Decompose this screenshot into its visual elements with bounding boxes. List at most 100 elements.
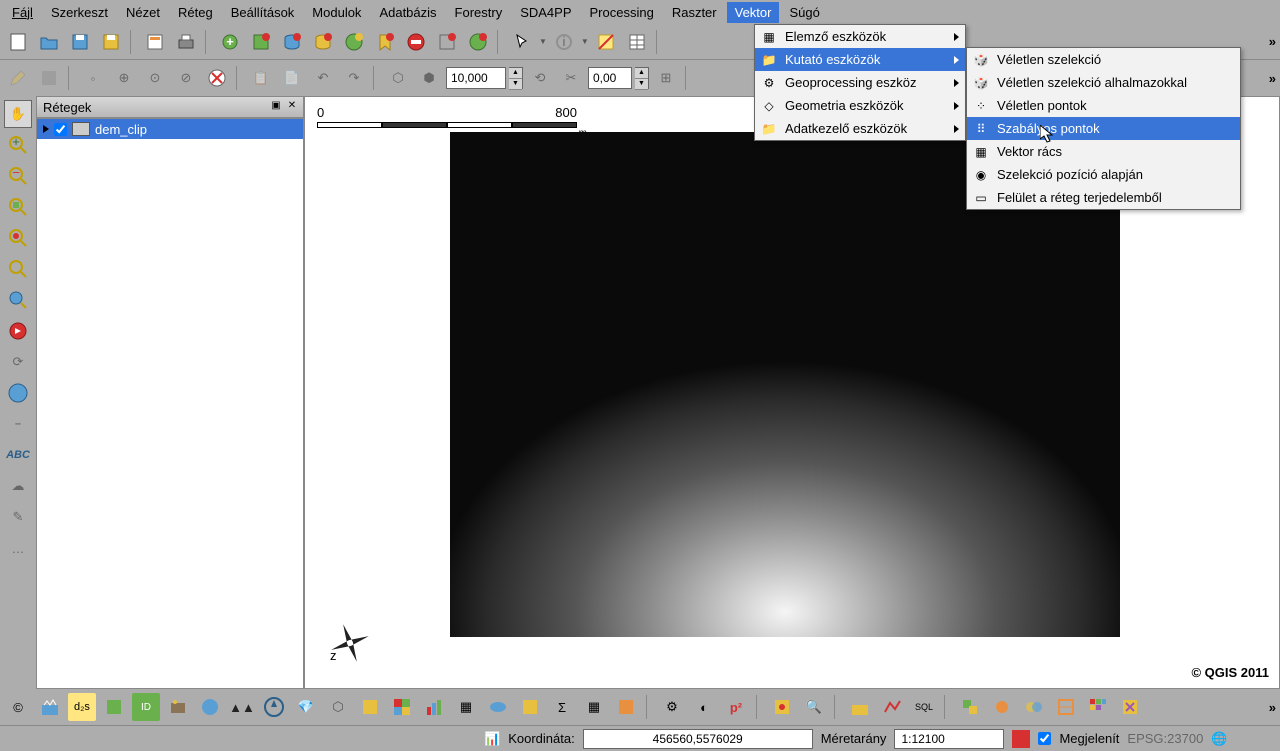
zoom-in-icon[interactable]: +	[4, 131, 32, 159]
menu-vektor[interactable]: Vektor	[727, 2, 780, 23]
attribute-table-icon[interactable]	[623, 28, 651, 56]
edit-pencil-icon[interactable]	[4, 64, 32, 92]
dd-random-points[interactable]: ⁘ Véletlen pontok	[967, 94, 1240, 117]
dd-random-selection-subsets[interactable]: 🎲 Véletlen szelekció alhalmazokkal	[967, 71, 1240, 94]
decoration-icon[interactable]: ☁	[4, 472, 32, 500]
zoom-next-icon[interactable]	[4, 317, 32, 345]
rotate-icon[interactable]: ⟲	[526, 64, 554, 92]
globe-icon[interactable]	[4, 379, 32, 407]
zoom-out-icon[interactable]: −	[4, 162, 32, 190]
identify-icon[interactable]: i	[550, 28, 578, 56]
plugin-icon-17[interactable]	[516, 693, 544, 721]
plugin-icon-5[interactable]: ID	[132, 693, 160, 721]
plugin-icon-31[interactable]	[1020, 693, 1048, 721]
dd-vector-grid[interactable]: ▦ Vektor rács	[967, 140, 1240, 163]
menu-sugo[interactable]: Súgó	[781, 2, 827, 23]
plugin-icon-29[interactable]	[956, 693, 984, 721]
zoom-last-icon[interactable]	[4, 286, 32, 314]
plugin-icon-32[interactable]	[1052, 693, 1080, 721]
new-vector-icon[interactable]	[433, 28, 461, 56]
new-project-icon[interactable]	[4, 28, 32, 56]
dd-elemzo[interactable]: ▦ Elemző eszközök	[755, 25, 965, 48]
plugin-icon-9[interactable]	[260, 693, 288, 721]
menu-reteg[interactable]: Réteg	[170, 2, 221, 23]
coord-input[interactable]	[583, 729, 813, 749]
dd-adatkezelo[interactable]: 📁 Adatkezelő eszközök	[755, 117, 965, 140]
plugin-icon-12[interactable]	[356, 693, 384, 721]
plugin-icon-7[interactable]	[196, 693, 224, 721]
redo-icon[interactable]: ↷	[340, 64, 368, 92]
dd-random-selection[interactable]: 🎲 Véletlen szelekció	[967, 48, 1240, 71]
more-icon[interactable]: …	[4, 534, 32, 562]
dd-geoprocessing[interactable]: ⚙ Geoprocessing eszköz	[755, 71, 965, 94]
toolbar2-overflow[interactable]: »	[1269, 71, 1276, 86]
menu-sda4pp[interactable]: SDA4PP	[512, 2, 579, 23]
save-icon[interactable]	[66, 28, 94, 56]
node-tool-icon[interactable]: ⊙	[141, 64, 169, 92]
panel-dock-icon[interactable]: ▣	[269, 100, 283, 114]
crs-icon[interactable]: 🌐	[1211, 731, 1227, 747]
plugin-icon-20[interactable]	[612, 693, 640, 721]
menu-beallitasok[interactable]: Beállítások	[223, 2, 303, 23]
add-spatialite-icon[interactable]	[309, 28, 337, 56]
menu-adatbazis[interactable]: Adatbázis	[371, 2, 444, 23]
plugin-icon-4[interactable]	[100, 693, 128, 721]
input-tolerance[interactable]	[446, 67, 506, 89]
stop-render-icon[interactable]	[1012, 730, 1030, 748]
menu-szerkeszt[interactable]: Szerkeszt	[43, 2, 116, 23]
menu-processing[interactable]: Processing	[582, 2, 662, 23]
plugin-icon-13[interactable]	[388, 693, 416, 721]
menu-modulok[interactable]: Modulok	[304, 2, 369, 23]
save-as-icon[interactable]	[97, 28, 125, 56]
scale-input[interactable]	[894, 729, 1004, 749]
plugin-icon-24[interactable]	[768, 693, 796, 721]
open-project-icon[interactable]	[35, 28, 63, 56]
add-feature-icon[interactable]: ◦	[79, 64, 107, 92]
dd-regular-points[interactable]: ⠿ Szabályos pontok	[967, 117, 1240, 140]
menu-forestry[interactable]: Forestry	[447, 2, 511, 23]
measure-icon[interactable]: ┅	[4, 410, 32, 438]
simplify-icon[interactable]: ⬡	[384, 64, 412, 92]
zoom-full-icon[interactable]	[4, 193, 32, 221]
pan-icon[interactable]: ✋	[4, 100, 32, 128]
plugin-icon-34[interactable]	[1116, 693, 1144, 721]
plugin-icon-3[interactable]: d₂s	[68, 693, 96, 721]
paste-icon[interactable]: 📄	[278, 64, 306, 92]
plugin-icon-23[interactable]: p²	[722, 693, 750, 721]
merge-icon[interactable]: ⊞	[652, 64, 680, 92]
plugin-icon-14[interactable]	[420, 693, 448, 721]
save-edits-icon[interactable]	[35, 64, 63, 92]
delete-selected-icon[interactable]: ⊘	[172, 64, 200, 92]
render-checkbox[interactable]	[1038, 732, 1051, 745]
plugin-icon-15[interactable]: ▦	[452, 693, 480, 721]
menu-raszter[interactable]: Raszter	[664, 2, 725, 23]
remove-layer-icon[interactable]	[402, 28, 430, 56]
plugin-icon-16[interactable]	[484, 693, 512, 721]
select-icon[interactable]	[508, 28, 536, 56]
dd-kutato[interactable]: 📁 Kutató eszközök	[755, 48, 965, 71]
composer-icon[interactable]	[141, 28, 169, 56]
layer-item[interactable]: dem_clip	[37, 119, 303, 139]
new-bookmark-icon[interactable]	[371, 28, 399, 56]
move-feature-icon[interactable]: ⊕	[110, 64, 138, 92]
deselect-icon[interactable]	[592, 28, 620, 56]
add-wms-icon[interactable]	[340, 28, 368, 56]
copy-icon[interactable]: 📋	[247, 64, 275, 92]
spinner-tolerance[interactable]: ▲▼	[509, 67, 523, 89]
zoom-layer-icon[interactable]	[4, 255, 32, 283]
plugin-icon-27[interactable]	[878, 693, 906, 721]
layers-tree[interactable]: dem_clip	[36, 118, 304, 689]
print-icon[interactable]	[172, 28, 200, 56]
add-group-icon[interactable]	[464, 28, 492, 56]
plugin-icon-8[interactable]: ▲▲	[228, 693, 256, 721]
plugin-icon-28[interactable]: SQL	[910, 693, 938, 721]
plugin-icon-26[interactable]	[846, 693, 874, 721]
plugin-icon-2[interactable]	[36, 693, 64, 721]
plugin-icon-25[interactable]: 🔍	[800, 693, 828, 721]
plugin-icon-33[interactable]	[1084, 693, 1112, 721]
zoom-selection-icon[interactable]	[4, 224, 32, 252]
add-postgis-icon[interactable]	[278, 28, 306, 56]
expand-icon[interactable]	[43, 125, 49, 133]
input-angle[interactable]	[588, 67, 632, 89]
layer-visibility-checkbox[interactable]	[54, 123, 67, 136]
